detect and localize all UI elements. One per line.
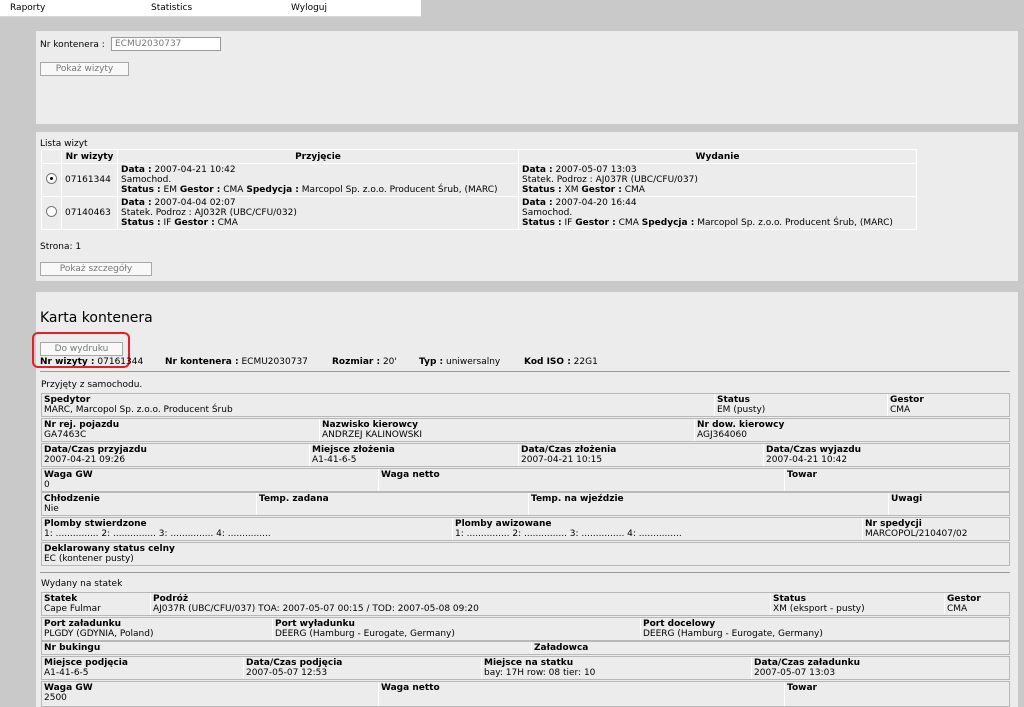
table-row[interactable]: 07161344 Data : 2007-04-21 10:42 Samocho… [41, 163, 917, 197]
visit-number: 07140463 [61, 196, 118, 230]
received-row-2: Nr rej. pojazdu GA7463C Nazwisko kierowcy… [41, 418, 1010, 442]
received-row-5: Chłodzenie Nie Temp. zadana Temp. na wjeź… [41, 492, 1010, 516]
received-row-6: Plomby stwierdzone 1: ............... 2: … [41, 517, 1010, 541]
received-row-3: Data/Czas przyjazdu 2007-04-21 09:26 Miej… [41, 443, 1010, 467]
visits-table: Nr wizyty Przyjęcie Wydanie 07161344 Dat… [41, 149, 917, 230]
released-row-3: Nr bukingu Załadowca [41, 641, 1010, 655]
received-info: Data : 2007-04-04 02:07 Statek. Podroz :… [117, 196, 519, 230]
card-summary: Nr wizyty : 07161344 [40, 357, 144, 367]
menu-wyloguj[interactable]: Wyloguj [291, 3, 327, 13]
visit-radio[interactable] [46, 206, 57, 217]
show-details-button[interactable]: Pokaż szczegóły [40, 262, 152, 276]
released-row-1: Statek Cape Fulmar Podróż AJ037R (UBC/CFU/… [41, 592, 1010, 616]
col-released: Wydanie [518, 149, 917, 164]
released-row-4: Miejsce podjęcia A1-41-6-5 Data/Czas podj… [41, 656, 1010, 680]
received-row-1: Spedytor MARC, Marcopol Sp. z.o.o. Produc… [41, 393, 1010, 417]
top-menu: Raporty Statistics Wyloguj [0, 0, 421, 17]
received-section-title: Przyjęty z samochodu. [41, 380, 143, 390]
received-info: Data : 2007-04-21 10:42 Samochod. Status… [117, 163, 519, 197]
card-title: Karta kontenera [40, 310, 153, 326]
col-visit-number: Nr wizyty [61, 149, 118, 164]
visits-title: Lista wizyt [40, 139, 88, 149]
page-indicator: Strona: 1 [40, 242, 82, 252]
released-section-title: Wydany na statek [41, 579, 123, 589]
released-info: Data : 2007-04-20 16:44 Samochod. Status… [518, 196, 917, 230]
container-number-label: Nr kontenera : [40, 40, 105, 50]
container-number-input[interactable]: ECMU2030737 [111, 37, 221, 51]
show-visits-button[interactable]: Pokaż wizyty [40, 62, 129, 76]
divider [40, 572, 1010, 573]
received-row-4: Waga GW 0 Waga netto Towar [41, 468, 1010, 492]
menu-statistics[interactable]: Statistics [151, 3, 192, 13]
col-received: Przyjęcie [117, 149, 519, 164]
released-info: Data : 2007-05-07 13:03 Statek. Podroz :… [518, 163, 917, 197]
menu-raporty[interactable]: Raporty [10, 3, 45, 13]
released-row-5: Waga GW 2500 Waga netto Towar [41, 681, 1010, 707]
divider [40, 371, 1010, 372]
received-row-7: Deklarowany status celny EC (kontener pus… [41, 542, 1010, 566]
table-row[interactable]: 07140463 Data : 2007-04-04 02:07 Statek.… [41, 196, 917, 230]
visit-number: 07161344 [61, 163, 118, 197]
visit-radio[interactable] [46, 173, 57, 184]
released-row-2: Port załadunku PLGDY (GDYNIA, Poland) Por… [41, 617, 1010, 641]
